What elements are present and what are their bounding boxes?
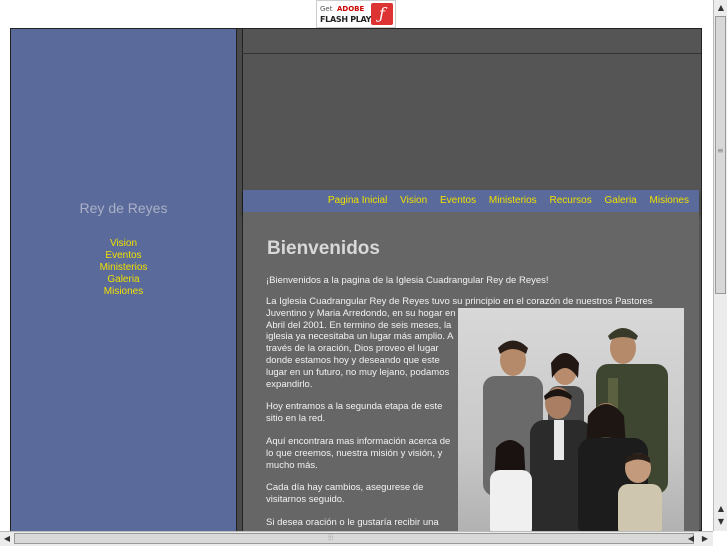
intro-text: ¡Bienvenidos a la pagina de la Iglesia C… — [266, 275, 549, 286]
column-divider — [236, 29, 243, 531]
sidebar-header — [11, 29, 236, 54]
flash-logo-icon: ƒ — [371, 3, 393, 25]
scroll-right-icon[interactable]: ▶ — [699, 533, 711, 545]
top-nav-bar: Pagina Inicial Vision Eventos Ministerio… — [243, 190, 699, 213]
main-content: Bienvenidos ¡Bienvenidos a la pagina de … — [243, 212, 699, 531]
nav-item-pagina-inicial[interactable]: Pagina Inicial — [328, 195, 387, 206]
grip-icon: ≡ — [717, 146, 724, 155]
paragraph-3: Aquí encontrara mas información acerca d… — [266, 435, 451, 471]
scroll-up-icon[interactable]: ▲ — [715, 2, 727, 14]
get-flash-player-badge[interactable]: Get ADOBE FLASH PLAYER ƒ — [316, 0, 396, 28]
sidebar-menu: Vision Eventos Ministerios Galeria Misio… — [11, 238, 236, 298]
scroll-up-small-icon[interactable]: ▲ — [715, 503, 727, 515]
paragraph-2: Hoy entramos a la segunda etapa de este … — [266, 401, 443, 425]
header-divider — [242, 53, 701, 54]
sidebar-item-misiones[interactable]: Misiones — [11, 286, 236, 298]
vertical-scrollbar[interactable]: ▲ ≡ ▲ ▼ — [713, 0, 727, 531]
body-text: La Iglesia Cuadrangular Rey de Reyes tuv… — [266, 296, 653, 531]
horizontal-scroll-thumb[interactable] — [14, 533, 694, 544]
paragraph-1: Juventino y Maria Arredondo, en su hogar… — [266, 307, 456, 390]
sidebar-item-galeria[interactable]: Galeria — [11, 274, 236, 286]
scroll-left-small-icon[interactable]: ◀ — [685, 533, 697, 545]
grip-horizontal-icon: ⦙⦙⦙ — [328, 533, 334, 542]
sidebar-item-eventos[interactable]: Eventos — [11, 250, 236, 262]
nav-item-galeria[interactable]: Galeria — [605, 195, 637, 206]
horizontal-scrollbar[interactable]: ◀ ⦙⦙⦙ ◀ ▶ — [0, 531, 713, 546]
sidebar-item-ministerios[interactable]: Ministerios — [11, 262, 236, 274]
sidebar-item-vision[interactable]: Vision — [11, 238, 236, 250]
flash-get-label: Get — [320, 5, 333, 13]
vertical-scroll-thumb[interactable] — [715, 16, 726, 294]
scroll-left-icon[interactable]: ◀ — [1, 533, 13, 545]
nav-item-vision[interactable]: Vision — [400, 195, 427, 206]
site-title: Rey de Reyes — [79, 200, 168, 216]
paragraph-4: Cada día hay cambios, asegurese de visit… — [266, 482, 424, 506]
flash-adobe-label: ADOBE — [337, 5, 365, 13]
page-heading: Bienvenidos — [267, 238, 380, 259]
paragraph-5: Si desea oración o le gustaría recibir u… — [266, 516, 439, 528]
scroll-down-icon[interactable]: ▼ — [715, 516, 727, 528]
family-photo — [458, 308, 684, 531]
nav-item-ministerios[interactable]: Ministerios — [489, 195, 537, 206]
nav-item-eventos[interactable]: Eventos — [440, 195, 476, 206]
paragraph-1-first-line: La Iglesia Cuadrangular Rey de Reyes tuv… — [266, 296, 653, 307]
nav-item-misiones[interactable]: Misiones — [650, 195, 689, 206]
nav-item-recursos[interactable]: Recursos — [549, 195, 591, 206]
